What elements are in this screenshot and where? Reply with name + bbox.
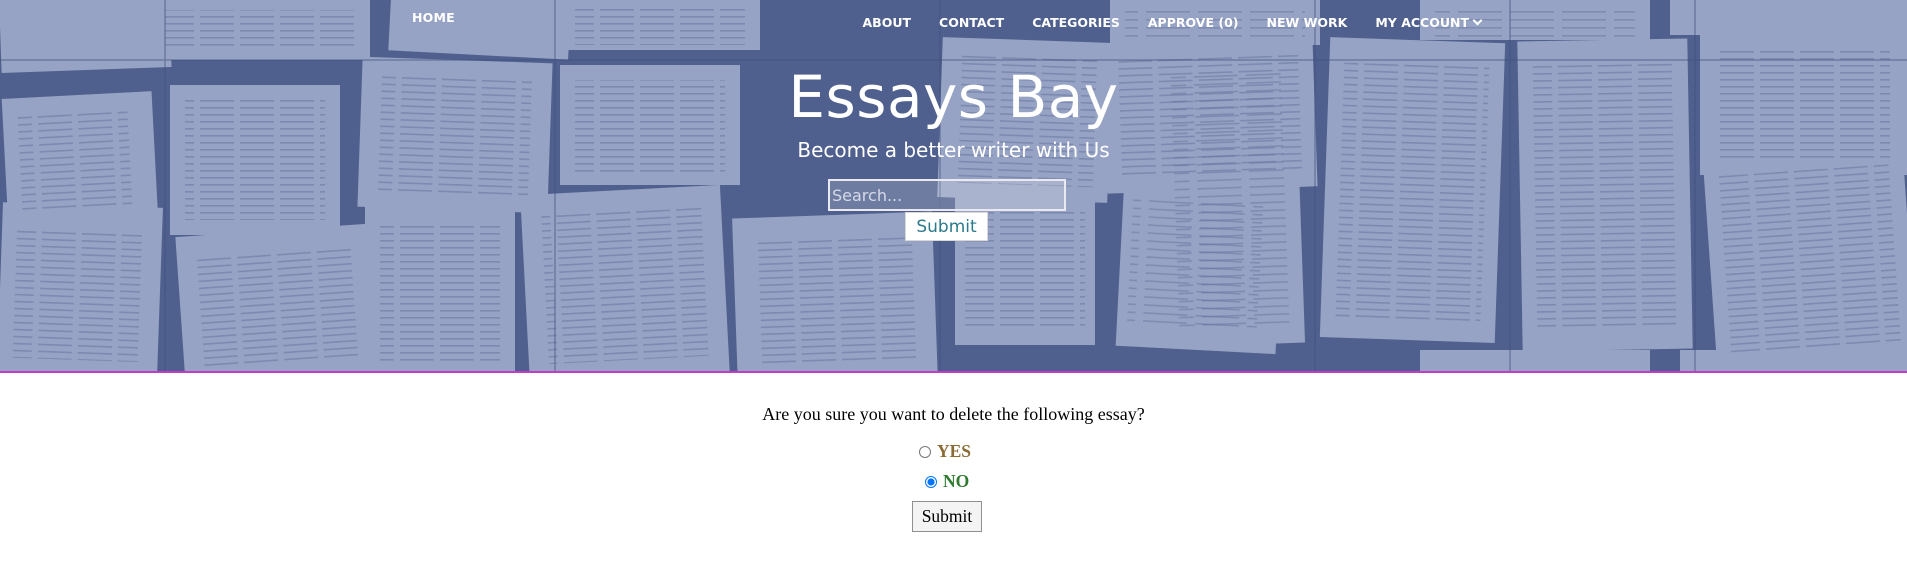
nav-link-approve[interactable]: APPROVE (0) bbox=[1148, 15, 1239, 30]
nav-home-link[interactable]: HOME bbox=[412, 10, 455, 25]
site-title: Essays Bay bbox=[788, 63, 1119, 131]
nav-link-about[interactable]: ABOUT bbox=[863, 15, 912, 30]
site-tagline: Become a better writer with Us bbox=[797, 138, 1110, 162]
chevron-down-icon bbox=[1472, 15, 1483, 26]
confirm-submit-button[interactable]: Submit bbox=[912, 501, 982, 532]
search-input[interactable] bbox=[828, 179, 1066, 211]
option-no[interactable]: NO bbox=[925, 471, 969, 492]
option-no-label: NO bbox=[943, 471, 970, 491]
search-submit-button[interactable]: Submit bbox=[905, 212, 988, 241]
radio-yes[interactable] bbox=[919, 445, 931, 458]
radio-no[interactable] bbox=[925, 475, 937, 488]
nav-link-categories[interactable]: CATEGORIES bbox=[1032, 15, 1120, 30]
nav-my-account-label: MY ACCOUNT bbox=[1375, 15, 1469, 30]
nav-link-new-work[interactable]: NEW WORK bbox=[1266, 15, 1347, 30]
option-yes-label: YES bbox=[937, 441, 972, 461]
main-nav: ABOUT CONTACT CATEGORIES APPROVE (0) NEW… bbox=[863, 15, 1483, 30]
delete-confirm-question: Are you sure you want to delete the foll… bbox=[762, 404, 1145, 424]
option-yes[interactable]: YES bbox=[919, 441, 971, 462]
nav-link-contact[interactable]: CONTACT bbox=[939, 15, 1004, 30]
hero-banner: HOME ABOUT CONTACT CATEGORIES APPROVE (0… bbox=[0, 0, 1907, 373]
nav-my-account-dropdown[interactable]: MY ACCOUNT bbox=[1375, 15, 1483, 30]
